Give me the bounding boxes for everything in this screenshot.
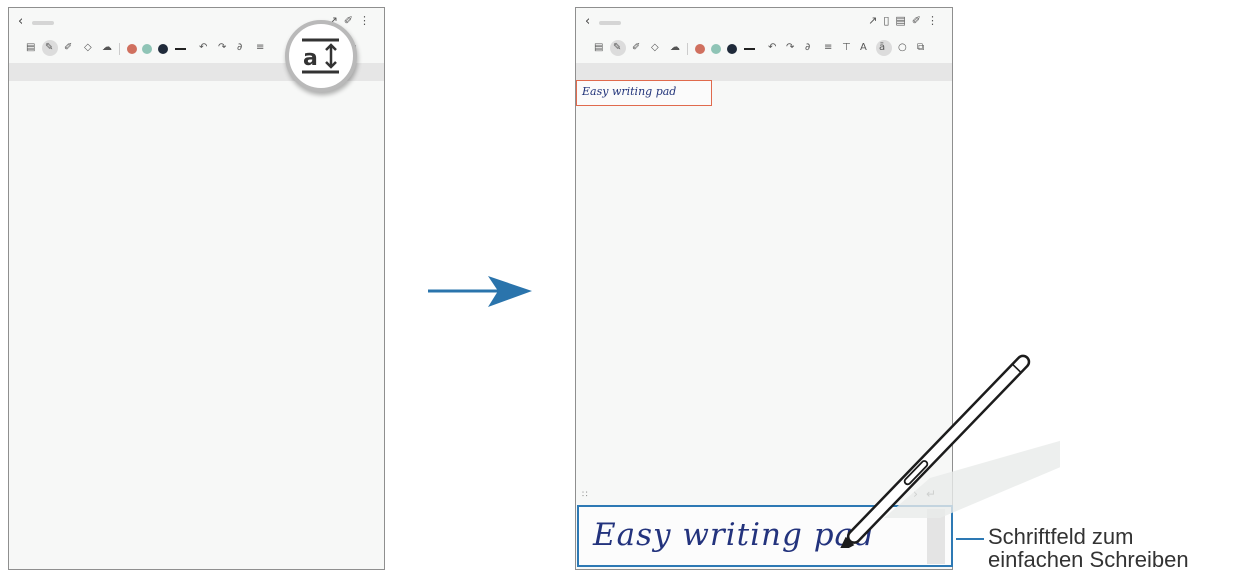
s-pen-icon — [837, 354, 1060, 548]
redo-icon[interactable]: ↷ — [218, 42, 226, 53]
shape-icon[interactable]: ∂ — [805, 42, 810, 53]
undo-icon[interactable]: ↶ — [199, 42, 207, 53]
pen-icon[interactable]: ✎ — [613, 42, 621, 53]
copy-icon[interactable]: ⧉ — [917, 42, 924, 53]
undo-icon[interactable]: ↶ — [768, 42, 776, 53]
lasso-icon[interactable]: ☁ — [670, 42, 680, 53]
eraser-icon[interactable]: ◇ — [84, 42, 92, 53]
lasso-icon[interactable]: ☁ — [102, 42, 112, 53]
tablet-before: ‹ ↗✐⋮ ▤ ✎ ✐ ◇ ☁ ↶ ↷ ∂ ≡ ⧉ — [8, 7, 385, 570]
text-size-icon[interactable]: ⊤ — [842, 42, 851, 53]
highlighter-icon[interactable]: ✐ — [64, 42, 72, 53]
attach-icon[interactable]: ✐ — [344, 14, 359, 27]
back-icon[interactable]: ‹ — [18, 14, 23, 29]
stroke-width-icon[interactable] — [744, 48, 755, 50]
color-red[interactable] — [695, 44, 705, 54]
transition-arrow-icon — [428, 276, 532, 307]
align-icon[interactable]: ≡ — [256, 42, 264, 53]
keyboard-icon[interactable]: ▤ — [26, 42, 35, 53]
eraser-icon[interactable]: ◇ — [651, 42, 659, 53]
shapes-icon[interactable]: ○ — [898, 42, 907, 53]
magnifier-glyph: a — [303, 46, 318, 71]
drag-handle-icon[interactable]: ∷ — [582, 490, 588, 500]
callout-line1: Schriftfeld zum — [988, 524, 1134, 549]
top-icons: ↗▯▤✐⋮ — [868, 14, 944, 27]
callout-label: Schriftfeld zum einfachen Schreiben — [988, 525, 1189, 571]
pen-icon[interactable]: ✎ — [45, 42, 53, 53]
divider — [119, 43, 120, 55]
color-teal[interactable] — [711, 44, 721, 54]
attach-icon[interactable]: ✐ — [912, 14, 927, 27]
color-red[interactable] — [127, 44, 137, 54]
callout-line2: einfachen Schreiben — [988, 547, 1189, 572]
more-icon[interactable]: ⋮ — [359, 14, 376, 27]
color-black[interactable] — [158, 44, 168, 54]
book-icon[interactable]: ▯ — [883, 14, 895, 27]
keyboard-icon[interactable]: ▤ — [594, 42, 603, 53]
expand-icon[interactable]: ↗ — [868, 14, 883, 27]
toolbar: ▤ ✎ ✐ ◇ ☁ ↶ ↷ ∂ ≡ ⊤ A ā ○ ⧉ — [576, 38, 952, 60]
divider — [687, 43, 688, 55]
redo-icon[interactable]: ↷ — [786, 42, 794, 53]
more-icon[interactable]: ⋮ — [927, 14, 944, 27]
writing-pad-icon[interactable]: a — [299, 36, 343, 76]
title-bar: ‹ ↗▯▤✐⋮ — [576, 8, 952, 37]
toolbar-band — [576, 63, 952, 81]
layout-icon[interactable]: ▤ — [895, 14, 911, 27]
title-placeholder[interactable] — [599, 21, 621, 25]
text-box-content: Easy writing pad — [582, 85, 677, 98]
callout-line — [956, 538, 984, 540]
back-icon[interactable]: ‹ — [585, 14, 590, 29]
shape-icon[interactable]: ∂ — [237, 42, 242, 53]
align-icon[interactable]: ≡ — [824, 42, 832, 53]
title-placeholder[interactable] — [32, 21, 54, 25]
writing-pad-icon[interactable]: ā — [879, 42, 885, 53]
magnifier-lens: a — [285, 20, 357, 92]
color-black[interactable] — [727, 44, 737, 54]
text-style-icon[interactable]: A — [860, 42, 867, 53]
stroke-width-icon[interactable] — [175, 48, 186, 50]
color-teal[interactable] — [142, 44, 152, 54]
highlighter-icon[interactable]: ✐ — [632, 42, 640, 53]
converted-text-box[interactable]: Easy writing pad — [576, 80, 712, 106]
